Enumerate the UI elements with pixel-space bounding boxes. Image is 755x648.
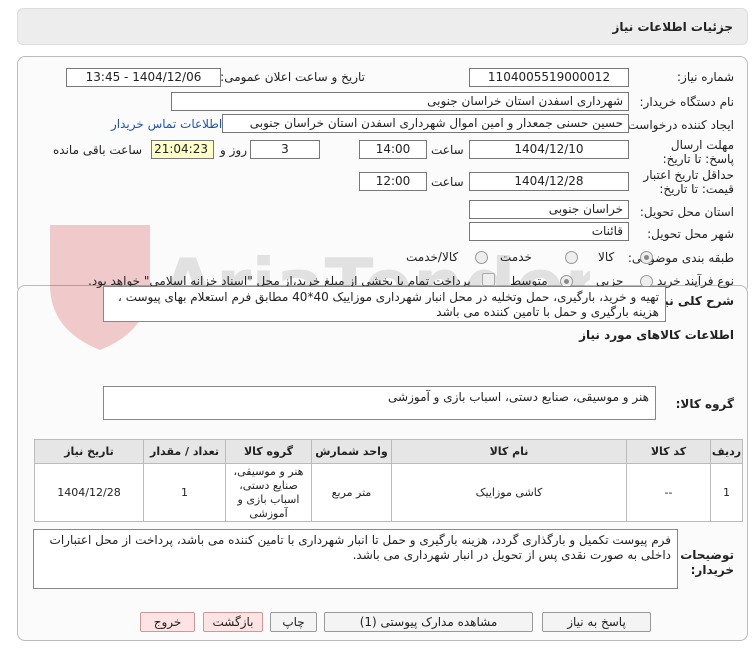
treasury-checkbox[interactable] <box>482 273 495 286</box>
col-quantity: تعداد / مقدار <box>143 439 226 464</box>
deadline-time-field: 14:00 <box>359 140 427 159</box>
remaining-time-field: 21:04:23 <box>151 140 214 159</box>
category-option-goods-service: کالا/خدمت <box>406 250 459 264</box>
validity-date-field: 1404/12/28 <box>469 172 629 191</box>
deadline-label: مهلت ارسال پاسخ: تا تاریخ: <box>662 138 734 166</box>
goods-group-label: گروه کالا: <box>675 397 734 411</box>
col-group: گروه کالا <box>225 439 312 464</box>
province-field: خراسان جنوبی <box>469 200 629 219</box>
goods-group-field: هنر و موسیقی، صنایع دستی، اسباب بازی و آ… <box>103 386 656 420</box>
reply-button[interactable]: پاسخ به نیاز <box>542 612 651 632</box>
attachments-button[interactable]: مشاهده مدارک پیوستی (1) <box>324 612 533 632</box>
col-name: نام کالا <box>391 439 627 464</box>
col-code: کد کالا <box>626 439 711 464</box>
announce-label: تاریخ و ساعت اعلان عمومی: <box>220 70 365 84</box>
validity-time-field: 12:00 <box>359 172 427 191</box>
cell-row: 1 <box>710 463 743 522</box>
buyer-org-field: شهرداری اسفدن استان خراسان جنوبی <box>171 92 629 111</box>
validity-time-label: ساعت <box>431 175 464 189</box>
col-need-date: تاریخ نیاز <box>34 439 144 464</box>
province-label: استان محل تحویل: <box>639 205 734 219</box>
validity-label: حداقل تاریخ اعتبار قیمت: تا تاریخ: <box>643 168 734 196</box>
buyer-org-label: نام دستگاه خریدار: <box>639 95 735 109</box>
goods-table: ردیف کد کالا نام کالا واحد شمارش گروه کا… <box>34 439 743 522</box>
summary-textarea: تهیه و خرید، بارگیری، حمل وتخلیه در محل … <box>103 286 666 322</box>
col-unit: واحد شمارش <box>311 439 392 464</box>
goods-info-title: اطلاعات کالاهای مورد نیاز <box>579 328 734 342</box>
need-number-label: شماره نیاز: <box>677 70 734 84</box>
buyer-notes-field: فرم پیوست تکمیل و بارگذاری گردد، هزینه ب… <box>33 529 678 589</box>
requester-field: حسین حسنی جمعدار و امین اموال شهرداری اس… <box>222 114 629 133</box>
category-option-service: خدمت <box>500 250 532 264</box>
cell-code: -- <box>626 463 711 522</box>
city-field: قائنات <box>469 222 629 241</box>
days-label: روز و <box>220 143 247 157</box>
deadline-time-label: ساعت <box>431 143 464 157</box>
cell-unit: متر مربع <box>311 463 392 522</box>
announce-datetime-field: 1404/12/06 - 13:45 <box>66 68 221 87</box>
print-button[interactable]: چاپ <box>270 612 317 632</box>
cell-quantity: 1 <box>143 463 226 522</box>
page-header: جزئیات اطلاعات نیاز <box>17 8 748 45</box>
col-row: ردیف <box>710 439 743 464</box>
cell-group: هنر و موسیقی، صنایع دستی، اسباب بازی و آ… <box>225 463 312 522</box>
city-label: شهر محل تحویل: <box>647 227 734 241</box>
table-row: 1 -- کاشی موزاییک متر مربع هنر و موسیقی،… <box>34 463 743 522</box>
page-title: جزئیات اطلاعات نیاز <box>612 20 733 34</box>
need-number-field: 1104005519000012 <box>469 68 629 87</box>
buyer-notes-label: توضیحات خریدار: <box>680 548 734 577</box>
cell-name: کاشی موزاییک <box>391 463 627 522</box>
back-button[interactable]: بازگشت <box>203 612 263 632</box>
category-radio-service[interactable] <box>565 251 578 264</box>
buyer-contact-link[interactable]: اطلاعات تماس خریدار <box>111 117 222 131</box>
category-option-goods: کالا <box>598 250 615 264</box>
category-radio-goods-service[interactable] <box>475 251 488 264</box>
days-field: 3 <box>250 140 320 159</box>
category-radio-goods[interactable] <box>640 251 653 264</box>
deadline-date-field: 1404/12/10 <box>469 140 629 159</box>
remaining-label: ساعت باقی مانده <box>53 143 143 157</box>
exit-button[interactable]: خروج <box>140 612 195 632</box>
table-header-row: ردیف کد کالا نام کالا واحد شمارش گروه کا… <box>34 439 743 464</box>
requester-label: ایجاد کننده درخواست: <box>623 118 734 132</box>
cell-need-date: 1404/12/28 <box>34 463 144 522</box>
